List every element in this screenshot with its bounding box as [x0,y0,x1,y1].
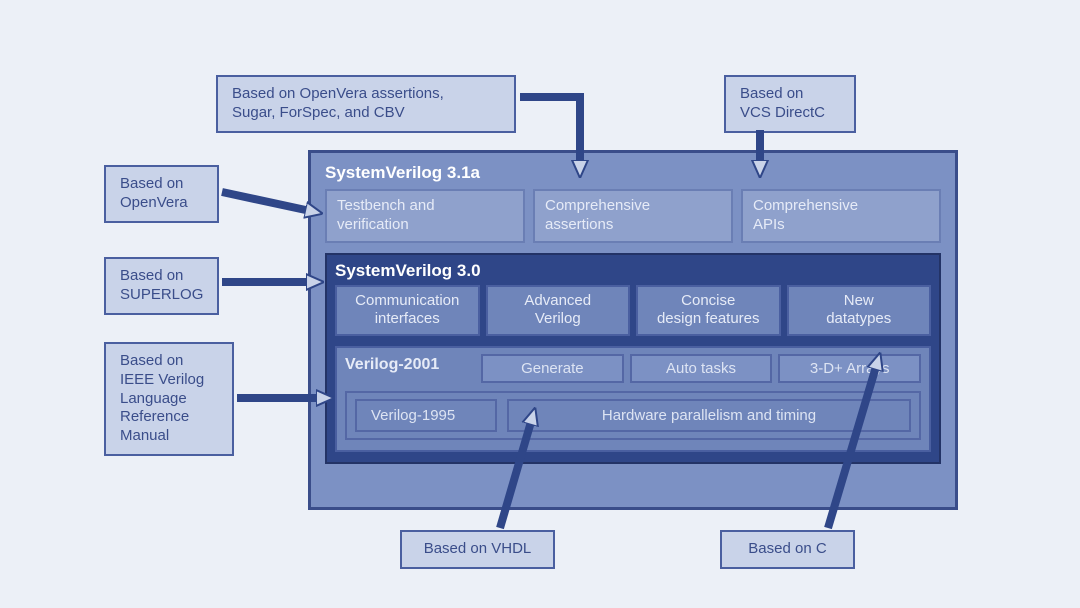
feature-hw-parallelism: Hardware parallelism and timing [507,399,911,432]
callout-openvera: Based onOpenVera [104,165,219,223]
callout-vhdl: Based on VHDL [400,530,555,569]
feature-3d-arrays: 3-D+ Arrays [778,354,921,383]
sv31a-feature-row: Testbench andverification Comprehensivea… [325,189,941,243]
callout-vcs-directc: Based onVCS DirectC [724,75,856,133]
callout-text: Based onVCS DirectC [740,85,825,121]
feature-generate: Generate [481,354,624,383]
feature-label: Auto tasks [666,360,736,377]
feature-label: Hardware parallelism and timing [602,407,816,424]
feature-label: Concisedesign features [657,292,760,328]
feature-label: Comprehensiveassertions [545,197,650,233]
feature-auto-tasks: Auto tasks [630,354,773,383]
verilog-2001-container: Verilog-2001 Generate Auto tasks 3-D+ Ar… [335,346,931,452]
feature-advanced-verilog: AdvancedVerilog [486,285,631,337]
callout-openvera-assertions: Based on OpenVera assertions,Sugar, ForS… [216,75,516,133]
callout-text: Based onSUPERLOG [120,267,203,303]
feature-comprehensive-assertions: Comprehensiveassertions [533,189,733,243]
feature-label: 3-D+ Arrays [810,360,890,377]
feature-concise-design: Concisedesign features [636,285,781,337]
v1995-title: Verilog-1995 [355,399,497,432]
v2001-row: Verilog-2001 Generate Auto tasks 3-D+ Ar… [345,354,921,383]
feature-label: Newdatatypes [826,292,891,328]
systemverilog-31a-container: SystemVerilog 3.1a Testbench andverifica… [308,150,958,510]
callout-text: Based on OpenVera assertions,Sugar, ForS… [232,85,444,121]
sv30-title: SystemVerilog 3.0 [335,261,931,281]
feature-communication-interfaces: Communicationinterfaces [335,285,480,337]
feature-label: Generate [521,360,584,377]
feature-label: ComprehensiveAPIs [753,197,858,233]
callout-ieee: Based onIEEE VerilogLanguageReferenceMan… [104,342,234,456]
feature-label: Communicationinterfaces [355,292,459,328]
systemverilog-30-container: SystemVerilog 3.0 Communicationinterface… [325,253,941,465]
feature-testbench-verification: Testbench andverification [325,189,525,243]
sv30-feature-row: Communicationinterfaces AdvancedVerilog … [335,285,931,337]
callout-text: Based on C [748,540,826,557]
v2001-title: Verilog-2001 [345,354,475,383]
verilog-1995-container: Verilog-1995 Hardware parallelism and ti… [345,391,921,440]
sv31a-title: SystemVerilog 3.1a [325,163,941,183]
arrow-openvera [222,192,315,212]
callout-text: Based onIEEE VerilogLanguageReferenceMan… [120,352,204,444]
callout-text: Based on VHDL [424,540,532,557]
diagram-stage: Based on OpenVera assertions,Sugar, ForS… [0,0,1080,608]
feature-label: Testbench andverification [337,197,435,233]
callout-superlog: Based onSUPERLOG [104,257,219,315]
callout-c: Based on C [720,530,855,569]
feature-new-datatypes: Newdatatypes [787,285,932,337]
feature-label: AdvancedVerilog [524,292,591,328]
callout-text: Based onOpenVera [120,175,188,211]
feature-comprehensive-apis: ComprehensiveAPIs [741,189,941,243]
